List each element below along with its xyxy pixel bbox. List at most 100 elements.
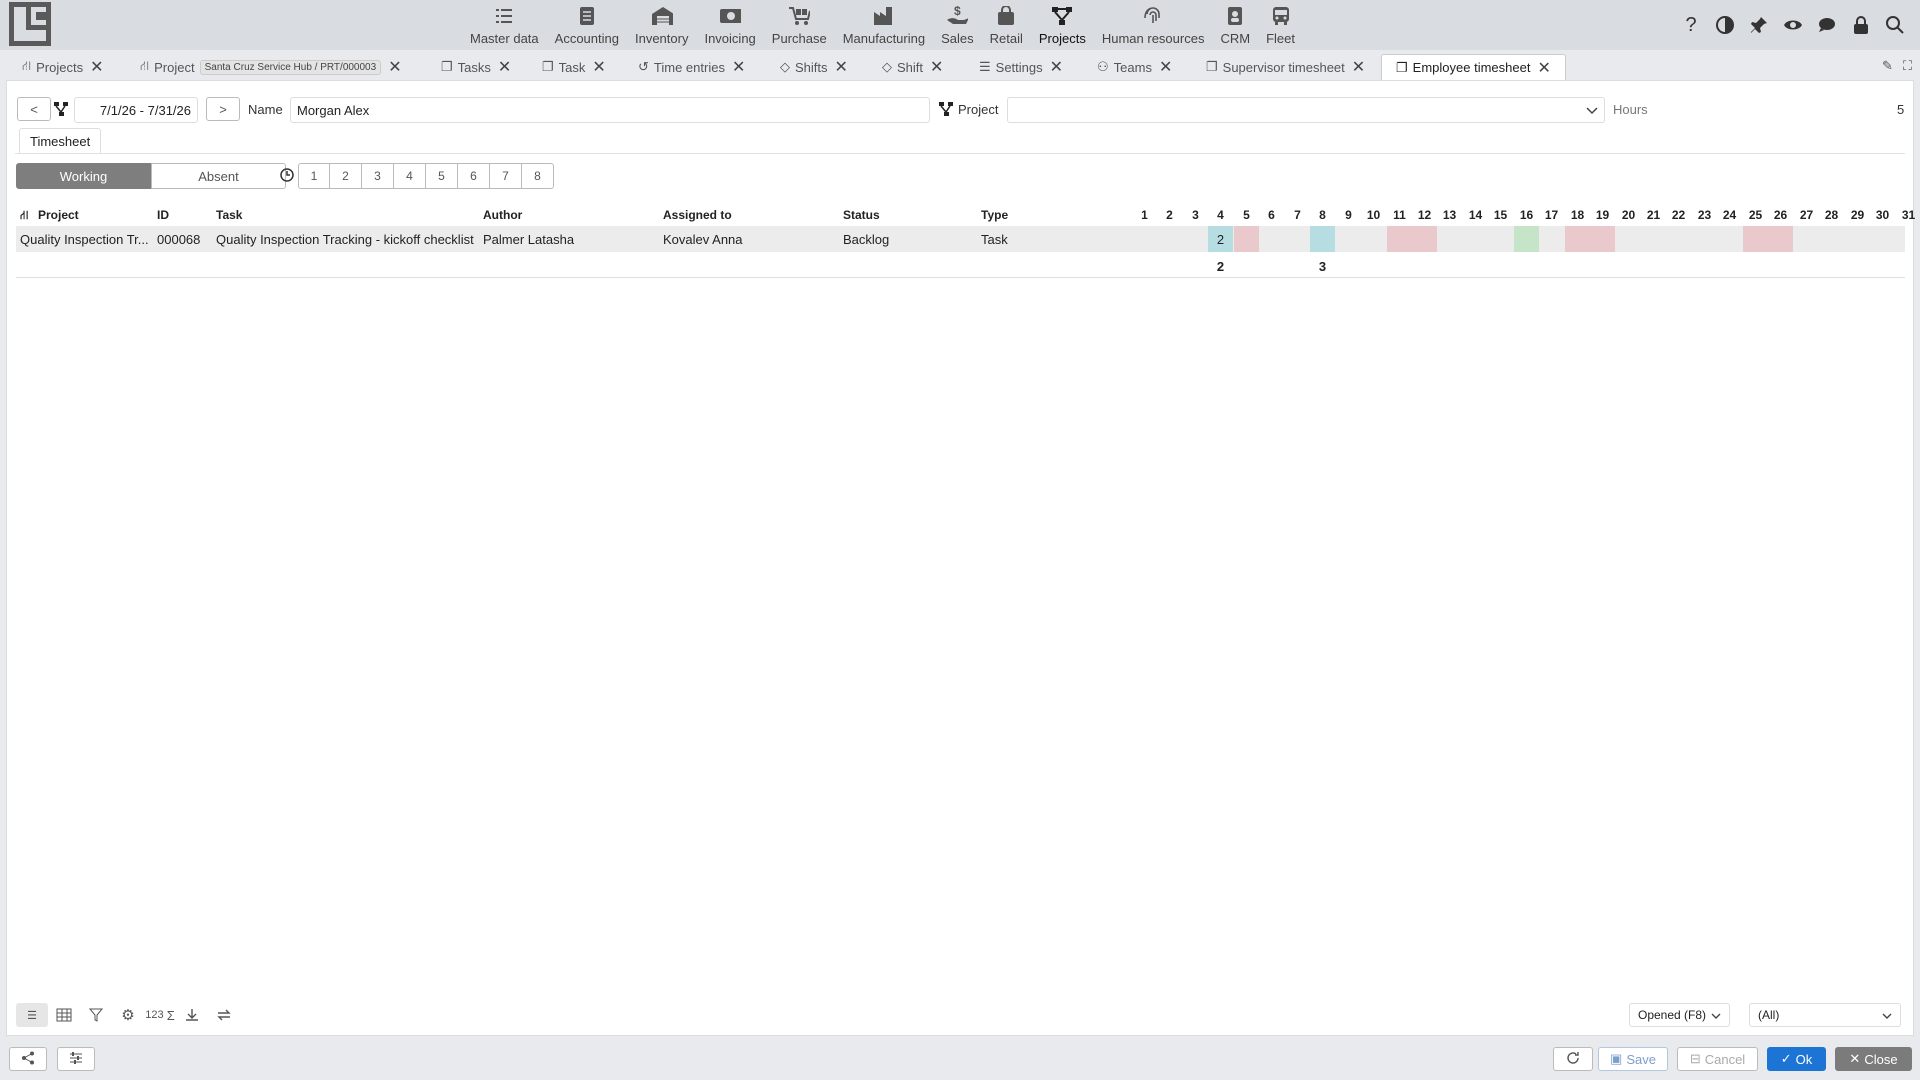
- col-task[interactable]: Task: [216, 208, 242, 222]
- share-button[interactable]: [9, 1047, 47, 1071]
- save-button[interactable]: ▣ Save: [1598, 1047, 1668, 1071]
- close-icon[interactable]: ✕: [388, 57, 401, 77]
- day-cell-8[interactable]: [1310, 226, 1335, 252]
- refresh-icon[interactable]: [208, 1003, 240, 1027]
- day-cell-27[interactable]: [1794, 226, 1819, 252]
- working-mode-button[interactable]: Working: [16, 163, 151, 189]
- day-cell-12[interactable]: [1412, 226, 1437, 252]
- day-cell-15[interactable]: [1488, 226, 1513, 252]
- day-cell-20[interactable]: [1616, 226, 1641, 252]
- close-icon[interactable]: ✕: [835, 57, 848, 77]
- tab-settings[interactable]: ☰ Settings ✕: [979, 54, 1063, 80]
- hour-button-6[interactable]: 6: [458, 163, 490, 189]
- state-filter-select[interactable]: Opened (F8): [1629, 1003, 1730, 1027]
- hour-button-7[interactable]: 7: [490, 163, 522, 189]
- menu-sales[interactable]: $ Sales: [933, 0, 982, 46]
- day-cell-11[interactable]: [1387, 226, 1412, 252]
- tab-employee-timesheet[interactable]: ❐ Employee timesheet ✕: [1381, 54, 1566, 80]
- date-range-field[interactable]: 7/1/26 - 7/31/26: [74, 97, 198, 123]
- close-icon[interactable]: ✕: [1537, 58, 1550, 78]
- day-cell-26[interactable]: [1768, 226, 1793, 252]
- hour-button-3[interactable]: 3: [362, 163, 394, 189]
- col-assigned-to[interactable]: Assigned to: [663, 208, 732, 222]
- filter-icon[interactable]: [80, 1003, 112, 1027]
- hour-button-1[interactable]: 1: [298, 163, 330, 189]
- download-icon[interactable]: [176, 1003, 208, 1027]
- close-icon[interactable]: ✕: [498, 57, 511, 77]
- hour-button-2[interactable]: 2: [330, 163, 362, 189]
- day-cell-16[interactable]: [1514, 226, 1539, 252]
- absent-mode-button[interactable]: Absent: [151, 163, 286, 189]
- hour-button-5[interactable]: 5: [426, 163, 458, 189]
- day-cell-22[interactable]: [1666, 226, 1691, 252]
- tab-timesheet[interactable]: Timesheet: [19, 128, 102, 154]
- search-icon[interactable]: [1878, 12, 1912, 38]
- settings-sliders-button[interactable]: [57, 1047, 95, 1071]
- day-cell-3[interactable]: [1183, 226, 1208, 252]
- tab-tasks[interactable]: ❐ Tasks ✕: [441, 54, 511, 80]
- hour-button-4[interactable]: 4: [394, 163, 426, 189]
- menu-master-data[interactable]: Master data: [462, 0, 547, 46]
- numbers-sum-button[interactable]: 123 Σ: [144, 1003, 176, 1027]
- day-cell-9[interactable]: [1336, 226, 1361, 252]
- refresh-button[interactable]: [1553, 1047, 1593, 1071]
- tab-task[interactable]: ❐ Task ✕: [542, 54, 606, 80]
- gear-icon[interactable]: ⚙: [112, 1003, 144, 1027]
- menu-fleet[interactable]: Fleet: [1258, 0, 1303, 46]
- menu-projects[interactable]: Projects: [1031, 0, 1094, 46]
- tab-teams[interactable]: ⚇ Teams ✕: [1097, 54, 1172, 80]
- day-cell-24[interactable]: [1717, 226, 1742, 252]
- menu-purchase[interactable]: Purchase: [764, 0, 835, 46]
- day-cell-17[interactable]: [1539, 226, 1564, 252]
- day-cell-4[interactable]: 2: [1208, 226, 1233, 252]
- menu-accounting[interactable]: Accounting: [547, 0, 627, 46]
- fullscreen-icon[interactable]: ⛶: [1903, 58, 1912, 74]
- tab-project[interactable]: ⛙ Project Santa Cruz Service Hub / PRT/0…: [140, 54, 402, 80]
- col-project[interactable]: Project: [38, 208, 79, 222]
- chat-icon[interactable]: [1810, 12, 1844, 38]
- close-icon[interactable]: ✕: [90, 57, 103, 77]
- day-cell-14[interactable]: [1463, 226, 1488, 252]
- tab-projects[interactable]: ⛙ Projects ✕: [22, 54, 104, 80]
- tab-shifts[interactable]: ◇ Shifts ✕: [780, 54, 848, 80]
- menu-invoicing[interactable]: Invoicing: [696, 0, 763, 46]
- edit-pencil-icon[interactable]: ✎: [1882, 58, 1893, 74]
- menu-manufacturing[interactable]: Manufacturing: [835, 0, 933, 46]
- close-icon[interactable]: ✕: [732, 57, 745, 77]
- next-period-button[interactable]: >: [206, 97, 240, 121]
- ok-button[interactable]: ✓ Ok: [1767, 1047, 1826, 1071]
- close-icon[interactable]: ✕: [1352, 57, 1365, 77]
- col-type[interactable]: Type: [981, 208, 1008, 222]
- pivot-view-icon[interactable]: [48, 1003, 80, 1027]
- col-id[interactable]: ID: [157, 208, 169, 222]
- close-icon[interactable]: ✕: [592, 57, 605, 77]
- name-field[interactable]: Morgan Alex: [290, 97, 930, 123]
- col-status[interactable]: Status: [843, 208, 880, 222]
- day-cell-19[interactable]: [1590, 226, 1615, 252]
- close-icon[interactable]: ✕: [930, 57, 943, 77]
- day-cell-31[interactable]: [1896, 226, 1920, 252]
- scope-filter-select[interactable]: (All): [1749, 1003, 1901, 1027]
- day-cell-21[interactable]: [1641, 226, 1666, 252]
- menu-crm[interactable]: CRM: [1212, 0, 1258, 46]
- lock-icon[interactable]: [1844, 12, 1878, 38]
- previous-period-button[interactable]: <: [17, 97, 51, 121]
- cancel-button[interactable]: ⊟ Cancel: [1677, 1047, 1758, 1071]
- day-cell-18[interactable]: [1565, 226, 1590, 252]
- day-cell-13[interactable]: [1437, 226, 1462, 252]
- day-cell-5[interactable]: [1234, 226, 1259, 252]
- day-cell-28[interactable]: [1819, 226, 1844, 252]
- hour-button-8[interactable]: 8: [522, 163, 554, 189]
- tab-supervisor-timesheet[interactable]: ❐ Supervisor timesheet ✕: [1206, 54, 1365, 80]
- tab-shift[interactable]: ◇ Shift ✕: [882, 54, 943, 80]
- day-cell-1[interactable]: [1132, 226, 1157, 252]
- tab-time-entries[interactable]: ↺ Time entries ✕: [638, 54, 745, 80]
- menu-retail[interactable]: Retail: [982, 0, 1031, 46]
- list-view-icon[interactable]: ☰: [16, 1003, 48, 1027]
- close-button[interactable]: ✕ Close: [1835, 1047, 1912, 1071]
- help-icon[interactable]: ?: [1674, 12, 1708, 38]
- day-cell-25[interactable]: [1743, 226, 1768, 252]
- day-cell-2[interactable]: [1157, 226, 1182, 252]
- day-cell-10[interactable]: [1361, 226, 1386, 252]
- day-cell-6[interactable]: [1259, 226, 1284, 252]
